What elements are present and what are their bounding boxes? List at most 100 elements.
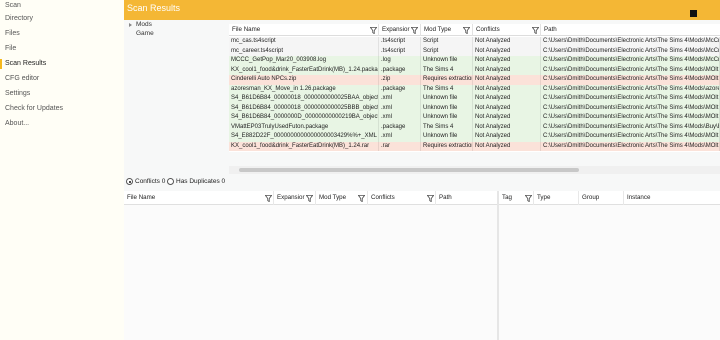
cell-name: azoresman_KX_Move_in 1.26.package (229, 84, 379, 94)
cell-type: Script (421, 37, 473, 47)
table-row[interactable]: S4_B61D6B84_00000018_0000000000025BAA_ob… (229, 94, 720, 104)
bcol-instance[interactable]: Instance (624, 191, 720, 205)
cell-conflicts: Not Analyzed (473, 94, 541, 104)
window-control-button[interactable] (690, 10, 697, 17)
cell-name: KX_cool1_food&drink_FasterEatDrink(MB)_1… (229, 65, 379, 75)
sidebar-item-about[interactable]: About... (0, 118, 124, 130)
resource-grid-header: Tag Type Group Instance (499, 191, 720, 205)
bcol-type[interactable]: Type (534, 191, 579, 205)
sidebar-item-files[interactable]: Files (0, 28, 124, 40)
tree-node-mods[interactable]: Mods (136, 20, 152, 29)
cell-name: KX_cool1_food&drink_FasterEatDrink(MB)_1… (229, 141, 379, 151)
filter-icon[interactable] (265, 195, 272, 202)
sidebar-item-check-updates[interactable]: Check for Updates (0, 103, 124, 115)
scrollbar-thumb[interactable] (239, 168, 579, 172)
cell-path: C:\Users\Dmith\Documents\Electronic Arts… (541, 113, 720, 123)
bcol-path-label: Path (439, 194, 452, 201)
filter-icon[interactable] (411, 27, 418, 34)
bcol-group-label: Group (582, 194, 600, 201)
cell-ext: .xml (379, 113, 421, 123)
conflict-grid-header: File Name Expansior Mod Type Conflicts P… (124, 191, 498, 205)
cell-name: mc_cas.ts4script (229, 37, 379, 47)
table-row[interactable]: KX_cool1_food&drink_FasterEatDrink(MB)_1… (229, 65, 720, 75)
table-row[interactable]: mc_career.ts4script .ts4script Script Not A… (229, 46, 720, 56)
table-row[interactable]: S4_B61D6B84_00000018_0000000000025BBB_ob… (229, 103, 720, 113)
col-expansion-label: Expansior (382, 26, 410, 33)
filter-icon[interactable] (427, 195, 434, 202)
cell-path: C:\Users\Dmith\Documents\Electronic Arts… (541, 141, 720, 151)
cell-ext: .xml (379, 103, 421, 113)
cell-name: S4_B61D6B84_0000000D_00000000000219BA_ob… (229, 113, 379, 123)
sidebar-item-scan-results[interactable]: Scan Results (0, 58, 124, 70)
cell-conflicts: Not Analyzed (473, 103, 541, 113)
resource-detail-grid: Tag Type Group Instance (499, 191, 720, 340)
filter-icon[interactable] (463, 27, 470, 34)
cell-name: S4_B61D6B84_00000018_0000000000025BAA_ob… (229, 94, 379, 104)
cell-conflicts: Not Analyzed (473, 113, 541, 123)
table-row[interactable]: mc_cas.ts4script .ts4script Script Not Anal… (229, 37, 720, 47)
sidebar-item-scan[interactable]: Scan (0, 0, 124, 12)
cell-type: Unknown file (421, 56, 473, 66)
tree-node-game[interactable]: Game (136, 29, 154, 38)
cell-conflicts: Not Analyzed (473, 65, 541, 75)
table-row[interactable]: Cinderelli Auto NPCs.zip .zip Requires ext… (229, 75, 720, 85)
table-row[interactable]: KX_cool1_food&drink_FasterEatDrink(MB)_1… (229, 141, 720, 151)
cell-ext: .ts4script (379, 46, 421, 56)
cell-path: C:\Users\Dmith\Documents\Electronic Arts… (541, 103, 720, 113)
cell-name: VMattEP03TrulyUsedFuton.package (229, 122, 379, 132)
bcol-group[interactable]: Group (579, 191, 624, 205)
cell-path: C:\Users\Dmith\Documents\Electronic Arts… (541, 46, 720, 56)
table-row[interactable]: azoresman_KX_Move_in 1.26.package .packag… (229, 84, 720, 94)
filter-icon[interactable] (306, 195, 313, 202)
cell-ext: .xml (379, 94, 421, 104)
filter-icon[interactable] (532, 27, 539, 34)
cell-type: Unknown file (421, 113, 473, 123)
duplicates-radio-label[interactable]: Has Duplicates 0 (176, 177, 225, 187)
filter-icon[interactable] (370, 27, 377, 34)
bcol-expansion-label: Expansior (277, 194, 305, 201)
conflicts-radio[interactable] (126, 178, 133, 185)
conflict-detail-grid: File Name Expansior Mod Type Conflicts P… (124, 191, 498, 340)
sidebar-item-file[interactable]: File (0, 43, 124, 55)
col-path[interactable]: Path (541, 24, 720, 36)
cell-type: Unknown file (421, 94, 473, 104)
bcol-tag-label: Tag (502, 194, 512, 201)
cell-type: Script (421, 46, 473, 56)
expand-caret-icon[interactable] (129, 23, 132, 27)
cell-type: Requires extraction (421, 141, 473, 151)
col-path-label: Path (544, 26, 557, 33)
header-bar: Scan Results (124, 0, 720, 20)
cell-conflicts: Not Analyzed (473, 37, 541, 47)
col-mod-type-label: Mod Type (424, 26, 452, 33)
col-file-name[interactable]: File Name (229, 24, 379, 36)
cell-path: C:\Users\Dmith\Documents\Electronic Arts… (541, 132, 720, 142)
bcol-conflicts-label: Conflicts (371, 194, 395, 201)
col-conflicts[interactable]: Conflicts (473, 24, 541, 36)
table-row[interactable]: VMattEP03TrulyUsedFuton.package .package T… (229, 122, 720, 132)
filter-icon[interactable] (358, 195, 365, 202)
bcol-conflicts[interactable]: Conflicts (368, 191, 436, 205)
conflicts-radio-label[interactable]: Conflicts 0 (135, 177, 165, 187)
sidebar-item-cfg-editor[interactable]: CFG editor (0, 73, 124, 85)
table-row[interactable]: S4_E882D22F_0000000000000000003429%%+_XM… (229, 132, 720, 142)
table-row[interactable]: S4_B61D6B84_0000000D_00000000000219BA_ob… (229, 113, 720, 123)
cell-path: C:\Users\Dmith\Documents\Electronic Arts… (541, 65, 720, 75)
cell-type: The Sims 4 (421, 84, 473, 94)
filter-icon[interactable] (525, 195, 532, 202)
table-row[interactable]: MCCC_GetPop_Mar20_003908.log .log Unknown … (229, 56, 720, 66)
bcol-file-name[interactable]: File Name (124, 191, 274, 205)
cell-name: S4_B61D6B84_00000018_0000000000025BBB_ob… (229, 103, 379, 113)
cell-ext: .package (379, 122, 421, 132)
scan-results-grid: File Name Expansior Mod Type Conflicts P… (229, 24, 720, 152)
cell-ext: .package (379, 84, 421, 94)
bcol-path[interactable]: Path (436, 191, 498, 205)
sidebar-item-settings[interactable]: Settings (0, 88, 124, 100)
cell-type: The Sims 4 (421, 122, 473, 132)
sidebar-item-directory[interactable]: Directory (0, 13, 124, 25)
grid-header: File Name Expansior Mod Type Conflicts P… (229, 24, 720, 36)
horizontal-scrollbar[interactable] (229, 166, 720, 174)
cell-path: C:\Users\Dmith\Documents\Electronic Arts… (541, 56, 720, 66)
col-file-name-label: File Name (232, 26, 261, 33)
duplicates-radio[interactable] (167, 178, 174, 185)
bcol-mod-type-label: Mod Type (319, 194, 347, 201)
